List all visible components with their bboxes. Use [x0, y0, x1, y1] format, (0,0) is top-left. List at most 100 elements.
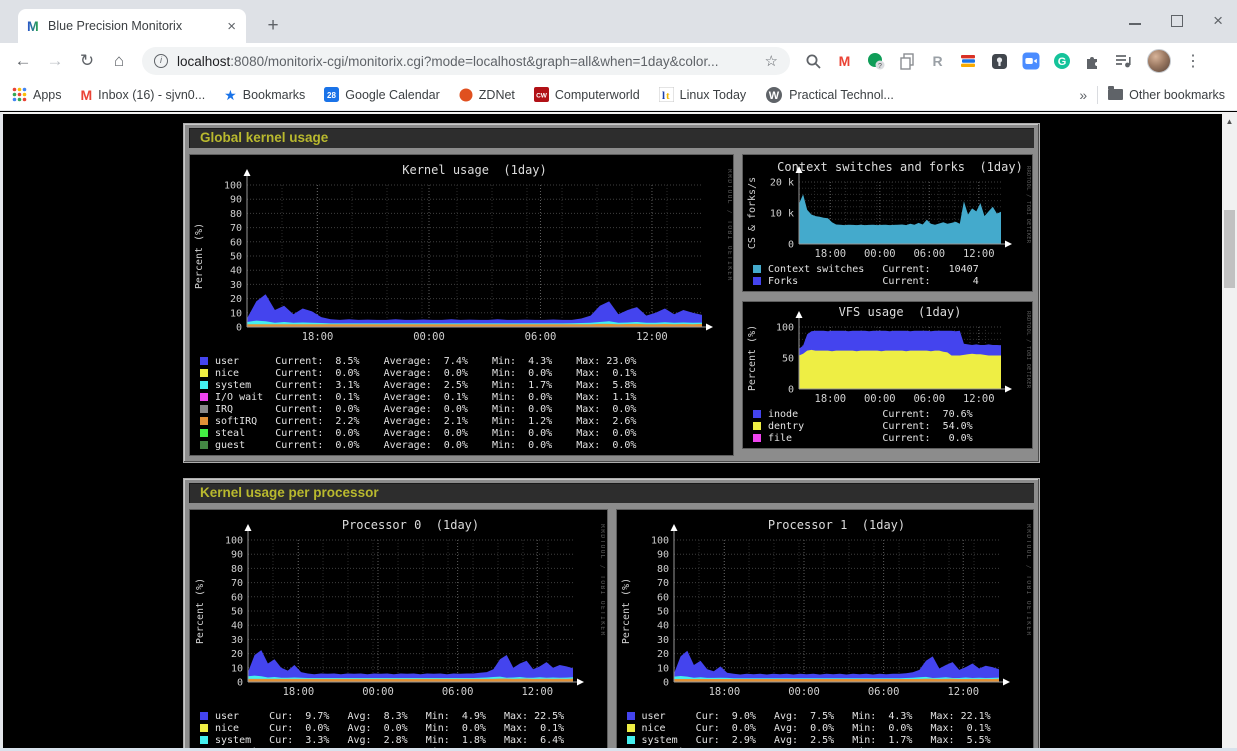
bookmark-item-google-calendar[interactable]: 28Google Calendar [324, 87, 440, 102]
svg-text:30: 30 [231, 635, 243, 646]
bookmarks-bar: Apps MInbox (16) - sjvn0... ★Bookmarks 28Go… [0, 79, 1237, 111]
context-switches-graph[interactable]: Context switches and forks (1day)010 k20… [742, 154, 1033, 292]
svg-text:50: 50 [230, 252, 242, 263]
processor-1-graph[interactable]: Processor 1 (1day)0102030405060708090100… [616, 509, 1035, 751]
svg-text:RRDTOOL / TOBI OETIKER: RRDTOOL / TOBI OETIKER [1025, 524, 1031, 637]
forward-icon[interactable]: → [42, 48, 68, 74]
minimize-icon[interactable] [1129, 15, 1141, 27]
bookmark-item-inbox-16-sjvn0[interactable]: MInbox (16) - sjvn0... [81, 87, 206, 103]
svg-text:20: 20 [231, 649, 243, 660]
other-bookmarks-button[interactable]: Other bookmarks [1108, 88, 1225, 102]
gmail-icon[interactable]: M [835, 52, 854, 71]
svg-text:80: 80 [231, 564, 243, 575]
url-text[interactable]: localhost:8080/monitorix-cgi/monitorix.c… [177, 54, 756, 69]
legend-row-nice: nice Current: 0.0% Average: 0.0% Min: 0.… [191, 367, 732, 379]
legend-row-file: file Current: 0.0% [744, 432, 1031, 444]
legend-row-softirq: softIRQ Current: 2.2% Average: 2.1% Min:… [191, 415, 732, 427]
chart-kernel[interactable]: Kernel usage (1day)010203040506070809010… [191, 157, 732, 353]
playlist-icon[interactable] [1114, 52, 1133, 71]
svg-text:50: 50 [231, 607, 243, 618]
legend-swatch [200, 393, 208, 401]
legend-swatch [627, 724, 635, 732]
bookmark-item-practical-technol[interactable]: WPractical Technol... [765, 86, 894, 104]
tab-close-icon[interactable]: × [225, 19, 238, 34]
svg-text:30: 30 [657, 635, 669, 646]
scrollbar-thumb[interactable] [1224, 210, 1235, 288]
bookmark-item-apps[interactable]: Apps [12, 87, 62, 102]
chart-vfs[interactable]: VFS usage (1day)05010018:0000:0006:0012:… [744, 304, 1031, 406]
legend-row-steal: steal Current: 0.0% Average: 0.0% Min: 0… [191, 427, 732, 439]
svg-text:80: 80 [657, 564, 669, 575]
window-close-icon[interactable]: × [1213, 15, 1223, 27]
processor-0-graph[interactable]: Processor 0 (1day)0102030405060708090100… [189, 509, 608, 751]
search-icon[interactable] [804, 52, 823, 71]
svg-text:10: 10 [230, 308, 242, 319]
grammarly-icon[interactable]: G [1052, 52, 1071, 71]
svg-text:VFS usage (1day): VFS usage (1day) [839, 305, 962, 319]
bookmark-items: Apps MInbox (16) - sjvn0... ★Bookmarks 28Go… [12, 86, 913, 104]
copy-pages-icon[interactable] [897, 52, 916, 71]
svg-text:10 k: 10 k [770, 209, 794, 220]
svg-text:30: 30 [230, 280, 242, 291]
pocket-icon[interactable] [990, 52, 1009, 71]
maximize-icon[interactable] [1171, 15, 1183, 27]
chart-cs[interactable]: Context switches and forks (1day)010 k20… [744, 157, 1031, 261]
monitorix-page: Global kernel usage Kernel usage (1day)0… [0, 112, 1237, 751]
svg-text:12:00: 12:00 [948, 686, 980, 698]
site-info-icon[interactable]: i [154, 54, 168, 68]
reload-icon[interactable]: ↻ [74, 48, 100, 74]
chart-legend: inode Current: 70.6%dentry Current: 54.0… [744, 408, 1031, 444]
bookmarks-overflow-icon[interactable]: » [1079, 87, 1087, 103]
bookmark-item-bookmarks[interactable]: ★Bookmarks [224, 88, 305, 102]
svg-text:00:00: 00:00 [413, 331, 445, 343]
monitorix-favicon: M [26, 19, 41, 34]
url-host: localhost [177, 54, 230, 69]
svg-text:W: W [769, 90, 780, 102]
svg-text:06:00: 06:00 [913, 393, 945, 405]
books-icon[interactable] [959, 52, 978, 71]
new-tab-button[interactable]: + [260, 13, 286, 39]
svg-text:00:00: 00:00 [788, 686, 820, 698]
svg-text:l: l [662, 90, 665, 102]
address-bar[interactable]: i localhost:8080/monitorix-cgi/monitorix… [142, 47, 790, 75]
svg-text:M: M [27, 19, 39, 34]
bookmark-star-icon[interactable]: ☆ [765, 52, 778, 70]
svg-text:20 k: 20 k [770, 178, 794, 189]
svg-text:t: t [666, 90, 670, 102]
legend-row-irq: IRQ Current: 0.0% Average: 0.0% Min: 0.0… [191, 403, 732, 415]
svg-text:60: 60 [230, 237, 242, 248]
chart-cpu1[interactable]: Processor 1 (1day)0102030405060708090100… [618, 512, 1031, 708]
folder-icon [1108, 89, 1123, 100]
legend-row-user: user Current: 8.5% Average: 7.4% Min: 4.… [191, 355, 732, 367]
section-global-kernel-usage: Global kernel usage Kernel usage (1day)0… [183, 123, 1040, 463]
section-kernel-usage-per-processor: Kernel usage per processor Processor 0 (… [183, 478, 1040, 751]
scrollbar-up-icon[interactable]: ▲ [1222, 114, 1237, 129]
svg-text:100: 100 [225, 536, 243, 547]
legend-swatch [753, 410, 761, 418]
chart-cpu0[interactable]: Processor 0 (1day)0102030405060708090100… [192, 512, 605, 708]
legend-swatch [200, 441, 208, 449]
legend-swatch [200, 736, 208, 744]
kernel-usage-graph[interactable]: Kernel usage (1day)010203040506070809010… [189, 154, 734, 456]
browser-tab[interactable]: M Blue Precision Monitorix × [18, 9, 246, 43]
browser-menu-icon[interactable]: ⋮ [1181, 51, 1205, 71]
legend-row-forks: Forks Current: 4 [744, 275, 1031, 287]
r-icon[interactable]: R [928, 52, 947, 71]
svg-text:0: 0 [663, 678, 669, 689]
bookmarks-separator [1097, 86, 1098, 104]
bookmark-item-linux-today[interactable]: ltLinux Today [659, 87, 747, 102]
page-scrollbar[interactable]: ▲ [1222, 114, 1237, 751]
profile-avatar[interactable] [1147, 49, 1171, 73]
hangouts-icon[interactable]: ? [866, 52, 885, 71]
legend-swatch [753, 422, 761, 430]
vfs-usage-graph[interactable]: VFS usage (1day)05010018:0000:0006:0012:… [742, 301, 1033, 449]
apps-grid-icon [12, 87, 27, 102]
legend-row-nice: nice Cur: 0.0% Avg: 0.0% Min: 0.0% Max: … [191, 722, 606, 734]
puzzle-icon[interactable] [1083, 52, 1102, 71]
back-icon[interactable]: ← [10, 48, 36, 74]
bookmark-item-computerworld[interactable]: CWComputerworld [534, 87, 640, 102]
home-icon[interactable]: ⌂ [106, 48, 132, 74]
svg-text:70: 70 [657, 578, 669, 589]
bookmark-item-zdnet[interactable]: ZDNet [459, 88, 515, 102]
zoom-icon[interactable] [1021, 52, 1040, 71]
